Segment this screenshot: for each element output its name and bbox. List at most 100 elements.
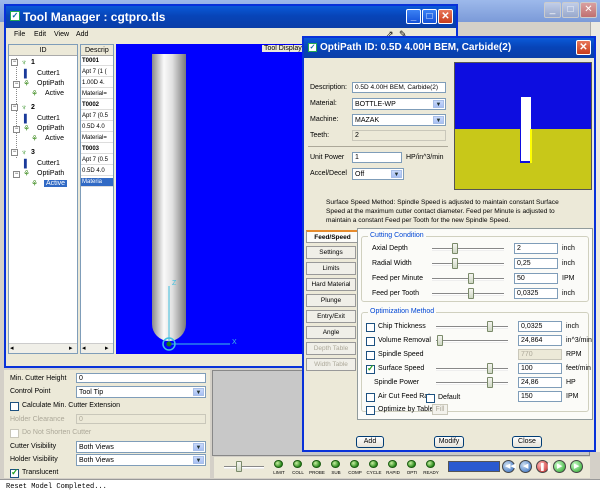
tree-active-2[interactable]: ⚘ Active xyxy=(31,134,77,145)
tree-active-3-selected[interactable]: ⚘ Active xyxy=(31,179,77,190)
expand-icon[interactable]: − xyxy=(13,171,20,178)
step-back-button[interactable]: ◀ xyxy=(519,460,532,473)
optimization-slider-thumb[interactable] xyxy=(437,335,443,346)
min-cutter-height-field[interactable]: 0 xyxy=(76,373,206,383)
optimization-value-field[interactable]: 24,864 xyxy=(518,335,562,346)
teeth-field[interactable]: 2 xyxy=(352,130,446,141)
tab-hard-material[interactable]: Hard Material xyxy=(306,278,356,291)
stop-button[interactable]: ❚❚ xyxy=(536,460,552,473)
chevron-down-icon[interactable]: ▼ xyxy=(193,443,204,451)
description-cell[interactable]: Material= xyxy=(81,90,113,99)
optimization-value-field[interactable]: 24,86 xyxy=(518,377,562,388)
optimization-value-field[interactable]: 0,0325 xyxy=(518,321,562,332)
tab-feed-speed[interactable]: Feed/Speed xyxy=(306,230,358,243)
modify-button[interactable]: Modify xyxy=(434,436,464,448)
tab-limits[interactable]: Limits xyxy=(306,262,356,275)
accel-decel-dropdown[interactable]: Off ▼ xyxy=(352,168,404,180)
speed-slider-thumb[interactable] xyxy=(236,461,242,472)
menu-view[interactable]: View xyxy=(54,31,69,38)
tree-optipath-1[interactable]: − ⚘ OptiPath xyxy=(13,79,75,90)
tree-active-1[interactable]: ⚘ Active xyxy=(31,89,77,100)
background-close-button[interactable]: ✕ xyxy=(580,2,597,18)
expand-icon[interactable]: − xyxy=(11,59,18,66)
background-maximize-button[interactable]: □ xyxy=(562,2,579,18)
chevron-down-icon[interactable]: ▼ xyxy=(193,456,204,464)
description-scrollbar[interactable]: ◂ ▸ xyxy=(81,343,113,353)
cutting-value-field[interactable]: 0,25 xyxy=(514,258,558,269)
description-cell[interactable]: 1.00D 4. xyxy=(81,79,113,88)
cutting-slider-track[interactable] xyxy=(432,263,504,266)
calc-min-ext-checkbox[interactable] xyxy=(10,402,19,411)
speed-slider-track[interactable] xyxy=(224,466,264,469)
tree-node-1[interactable]: − ♆ 1 xyxy=(11,58,71,69)
tool-display-viewport[interactable]: Tool Display Z X xyxy=(116,44,306,354)
description-cell[interactable]: 0.5D 4.0 xyxy=(81,167,113,176)
optimization-checkbox[interactable] xyxy=(366,337,375,346)
optimization-checkbox[interactable] xyxy=(366,351,375,360)
holder-clearance-field[interactable]: 0 xyxy=(76,414,206,424)
cutting-slider-thumb[interactable] xyxy=(452,243,458,254)
cutting-slider-thumb[interactable] xyxy=(452,258,458,269)
optimization-checkbox[interactable] xyxy=(366,323,375,332)
unit-power-field[interactable]: 1 xyxy=(352,152,402,163)
fill-button[interactable]: Fill xyxy=(432,404,448,415)
description-cell[interactable]: T0001 xyxy=(81,57,113,66)
cutting-value-field[interactable]: 50 xyxy=(514,273,558,284)
cutting-value-field[interactable]: 0,0325 xyxy=(514,288,558,299)
tree-optipath-3[interactable]: − ⚘ OptiPath xyxy=(13,169,75,180)
description-cell[interactable]: T0003 xyxy=(81,145,113,154)
tree-optipath-2[interactable]: − ⚘ OptiPath xyxy=(13,124,75,135)
menu-file[interactable]: File xyxy=(14,31,25,38)
expand-icon[interactable]: − xyxy=(13,81,20,88)
chevron-down-icon[interactable]: ▼ xyxy=(391,170,402,178)
material-dropdown[interactable]: BOTTLE-WP ▼ xyxy=(352,98,446,110)
optimization-slider-track[interactable] xyxy=(436,368,508,371)
expand-icon[interactable]: − xyxy=(11,104,18,111)
tab-angle[interactable]: Angle xyxy=(306,326,356,339)
optipath-close-button[interactable]: ✕ xyxy=(576,40,591,55)
description-cell[interactable]: Apt 7 (1 ( xyxy=(81,68,113,77)
default-checkbox[interactable] xyxy=(426,394,435,403)
optimization-slider-thumb[interactable] xyxy=(487,377,493,388)
description-cell[interactable]: 0.5D 4.0 xyxy=(81,123,113,132)
optimization-slider-thumb[interactable] xyxy=(487,321,493,332)
expand-icon[interactable]: − xyxy=(13,126,20,133)
rewind-button[interactable]: ◀◀ xyxy=(502,460,516,473)
description-field[interactable]: 0.5D 4.00H BEM, Carbide(2) xyxy=(352,82,446,93)
cutter-visibility-dropdown[interactable]: Both Views ▼ xyxy=(76,441,206,453)
do-not-shorten-checkbox[interactable] xyxy=(10,429,19,438)
tool-manager-maximize-button[interactable]: □ xyxy=(422,9,437,24)
description-cell[interactable]: Material= xyxy=(81,134,113,143)
optimization-checkbox[interactable] xyxy=(366,363,375,374)
cutting-slider-track[interactable] xyxy=(432,248,504,251)
chevron-down-icon[interactable]: ▼ xyxy=(433,100,444,108)
scroll-right-icon[interactable]: ▸ xyxy=(69,344,73,352)
tree-node-3[interactable]: − ♆ 3 xyxy=(11,148,71,159)
chevron-down-icon[interactable]: ▼ xyxy=(193,388,204,396)
scroll-right-icon[interactable]: ▸ xyxy=(105,344,109,352)
optimization-value-field[interactable]: 100 xyxy=(518,363,562,374)
tool-manager-close-button[interactable]: ✕ xyxy=(438,9,453,24)
optimization-slider-track[interactable] xyxy=(436,382,508,385)
translucent-checkbox[interactable] xyxy=(10,467,19,478)
step-button[interactable]: ▶ xyxy=(553,460,566,473)
optimization-value-field[interactable]: 150 xyxy=(518,391,562,402)
cutting-value-field[interactable]: 2 xyxy=(514,243,558,254)
holder-visibility-dropdown[interactable]: Both Views ▼ xyxy=(76,454,206,466)
chevron-down-icon[interactable]: ▼ xyxy=(433,116,444,124)
description-cell[interactable]: T0002 xyxy=(81,101,113,110)
play-button[interactable]: ▶ xyxy=(570,460,583,473)
optimization-slider-track[interactable] xyxy=(436,340,508,343)
scroll-left-icon[interactable]: ◂ xyxy=(82,344,86,352)
tab-plunge[interactable]: Plunge xyxy=(306,294,356,307)
tab-width-table[interactable]: Width Table xyxy=(306,358,356,371)
optimize-by-tables-checkbox[interactable] xyxy=(366,406,375,415)
scroll-left-icon[interactable]: ◂ xyxy=(10,344,14,352)
tab-depth-table[interactable]: Depth Table xyxy=(306,342,356,355)
add-button[interactable]: Add xyxy=(356,436,384,448)
optimization-value-field[interactable]: 770 xyxy=(518,349,562,360)
expand-icon[interactable]: − xyxy=(11,149,18,156)
machine-dropdown[interactable]: MAZAK ▼ xyxy=(352,114,446,126)
close-button[interactable]: Close xyxy=(512,436,542,448)
menu-add[interactable]: Add xyxy=(76,31,88,38)
